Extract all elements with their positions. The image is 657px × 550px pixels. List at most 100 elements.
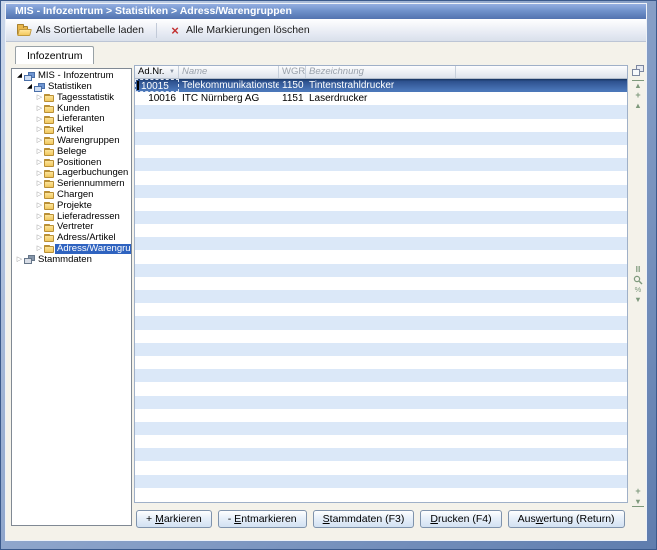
- print-button[interactable]: Drucken (F4): [420, 510, 501, 528]
- empty-row: [135, 356, 627, 369]
- search-icon[interactable]: [632, 275, 644, 284]
- cell-empty: [456, 92, 627, 105]
- column-header-ad-nr[interactable]: Ad.Nr.▼: [135, 66, 179, 78]
- column-header-bezeichnung[interactable]: Bezeichnung: [306, 66, 456, 78]
- expand-icon[interactable]: ▷: [35, 136, 44, 146]
- folder-icon: [44, 159, 54, 167]
- folder-icon: [44, 105, 54, 113]
- expand-icon[interactable]: ▷: [35, 158, 44, 168]
- toolbar-separator: [156, 23, 157, 38]
- filter-icon[interactable]: ▼: [632, 295, 644, 304]
- strip-group-top: ▲+▲: [631, 65, 645, 110]
- navigation-tree: ◢MIS - Infozentrum◢Statistiken▷Tagesstat…: [11, 68, 132, 526]
- cell-bezeichnung[interactable]: Laserdrucker: [306, 92, 456, 105]
- tree-item-adress-warengruppen[interactable]: ▷ Adress/Warengruppen: [12, 244, 131, 255]
- expand-icon[interactable]: ▷: [35, 125, 44, 135]
- cell-value: Tintenstrahldrucker: [309, 80, 394, 91]
- empty-row: [135, 448, 627, 461]
- clear-marks-button[interactable]: × Alle Markierungen löschen: [162, 22, 317, 38]
- expand-icon[interactable]: ▷: [35, 115, 44, 125]
- window-frame: MIS - Infozentrum > Statistiken > Adress…: [0, 0, 657, 550]
- cell-name[interactable]: ITC Nürnberg AG: [179, 92, 279, 105]
- button-mnemonic: D: [430, 513, 438, 525]
- cell-wgr[interactable]: 1150: [279, 79, 306, 92]
- collapse-icon[interactable]: ◢: [15, 71, 24, 81]
- cell-name[interactable]: Telekommunikationste: [179, 79, 279, 92]
- column-header-wgr[interactable]: WGR: [279, 66, 306, 78]
- folder-icon: [44, 202, 54, 210]
- freeze-columns-icon[interactable]: Ⅲ: [632, 265, 644, 274]
- strip-group-middle: Ⅲ%▼: [631, 265, 645, 304]
- auswertung-button[interactable]: Auswertung (Return): [508, 510, 625, 528]
- page-up-icon[interactable]: ▲: [632, 101, 644, 110]
- tree-item-statistiken[interactable]: ◢Statistiken: [12, 82, 131, 93]
- folder-icon: [44, 137, 54, 145]
- stammdaten-button[interactable]: Stammdaten (F3): [313, 510, 415, 528]
- cell-bezeichnung[interactable]: Tintenstrahldrucker: [306, 79, 456, 92]
- button-label-post: rucken (F4): [438, 513, 492, 525]
- jump-up-icon[interactable]: +: [632, 91, 644, 100]
- tree-item-label: Projekte: [55, 201, 95, 212]
- empty-row: [135, 382, 627, 395]
- empty-row: [135, 330, 627, 343]
- expand-icon[interactable]: ▷: [35, 93, 44, 103]
- tree-item-projekte[interactable]: ▷ Projekte: [12, 201, 131, 212]
- status-bar: [6, 530, 646, 540]
- tree-item-label: Chargen: [55, 190, 96, 201]
- tree-item-label: Adress/Warengruppen: [55, 244, 132, 255]
- main-content: ◢MIS - Infozentrum◢Statistiken▷Tagesstat…: [6, 64, 646, 530]
- empty-row: [135, 171, 627, 184]
- expand-icon[interactable]: ▷: [35, 169, 44, 179]
- table-row[interactable]: 10015Telekommunikationste1150Tintenstrah…: [135, 79, 627, 92]
- page-title: MIS - Infozentrum > Statistiken > Adress…: [15, 5, 292, 17]
- expand-icon[interactable]: ▷: [35, 147, 44, 157]
- column-header-empty[interactable]: [456, 66, 627, 78]
- scroll-bottom-icon[interactable]: ▼: [632, 497, 644, 507]
- folder-icon: [44, 116, 54, 124]
- cell-adnr[interactable]: 10015: [135, 79, 179, 92]
- table-row[interactable]: 10016ITC Nürnberg AG 1151Laserdrucker: [135, 92, 627, 105]
- jump-down-icon[interactable]: +: [632, 487, 644, 496]
- empty-row: [135, 422, 627, 435]
- cell-value: Laserdrucker: [309, 93, 367, 104]
- column-chooser-icon[interactable]: [632, 65, 644, 76]
- cell-value: ITC Nürnberg AG: [182, 93, 259, 104]
- expand-icon[interactable]: ▷: [35, 104, 44, 114]
- strip-group-bottom: +▼: [631, 487, 645, 507]
- percent-icon[interactable]: %: [632, 285, 644, 294]
- column-header-name[interactable]: Name: [179, 66, 279, 78]
- tree-item-stammdaten[interactable]: ▷Stammdaten: [12, 255, 131, 266]
- column-header-label: Name: [182, 66, 207, 77]
- collapse-icon[interactable]: ◢: [25, 82, 34, 92]
- scroll-top-icon[interactable]: ▲: [632, 80, 644, 90]
- expand-icon[interactable]: ▷: [35, 201, 44, 211]
- mark-button[interactable]: + Markieren: [136, 510, 212, 528]
- expand-icon[interactable]: ▷: [35, 212, 44, 222]
- application-window: MIS - Infozentrum > Statistiken > Adress…: [5, 3, 647, 541]
- tree-item-belege[interactable]: ▷Belege: [12, 147, 131, 158]
- expand-icon[interactable]: ▷: [35, 190, 44, 200]
- expand-icon[interactable]: ▷: [35, 244, 44, 254]
- system-icon: [24, 72, 35, 81]
- tree-item-warengruppen[interactable]: ▷Warengruppen: [12, 136, 131, 147]
- expand-icon[interactable]: ▷: [35, 233, 44, 243]
- cell-adnr[interactable]: 10016: [135, 92, 179, 105]
- clear-marks-label: Alle Markierungen löschen: [186, 24, 310, 36]
- sort-desc-icon[interactable]: ▼: [169, 69, 175, 75]
- load-sort-table-button[interactable]: Als Sortiertabelle laden: [10, 22, 151, 38]
- expand-icon[interactable]: ▷: [15, 255, 24, 265]
- tree-item-chargen[interactable]: ▷ Chargen: [12, 190, 131, 201]
- empty-row: [135, 224, 627, 237]
- footer-button-bar: + Markieren - Entmarkieren Stammdaten (F3)…: [136, 510, 625, 528]
- grid-body: 10015Telekommunikationste1150Tintenstrah…: [135, 79, 627, 501]
- empty-row: [135, 105, 627, 118]
- button-label-post: ntmarkieren: [241, 513, 296, 525]
- button-mnemonic: S: [323, 513, 330, 525]
- empty-row: [135, 132, 627, 145]
- tab-infozentrum[interactable]: Infozentrum: [15, 46, 94, 64]
- cell-wgr[interactable]: 1151: [279, 92, 306, 105]
- expand-icon[interactable]: ▷: [35, 179, 44, 189]
- unmark-button[interactable]: - Entmarkieren: [218, 510, 307, 528]
- tree-item-tagesstatistik[interactable]: ▷Tagesstatistik: [12, 93, 131, 104]
- expand-icon[interactable]: ▷: [35, 223, 44, 233]
